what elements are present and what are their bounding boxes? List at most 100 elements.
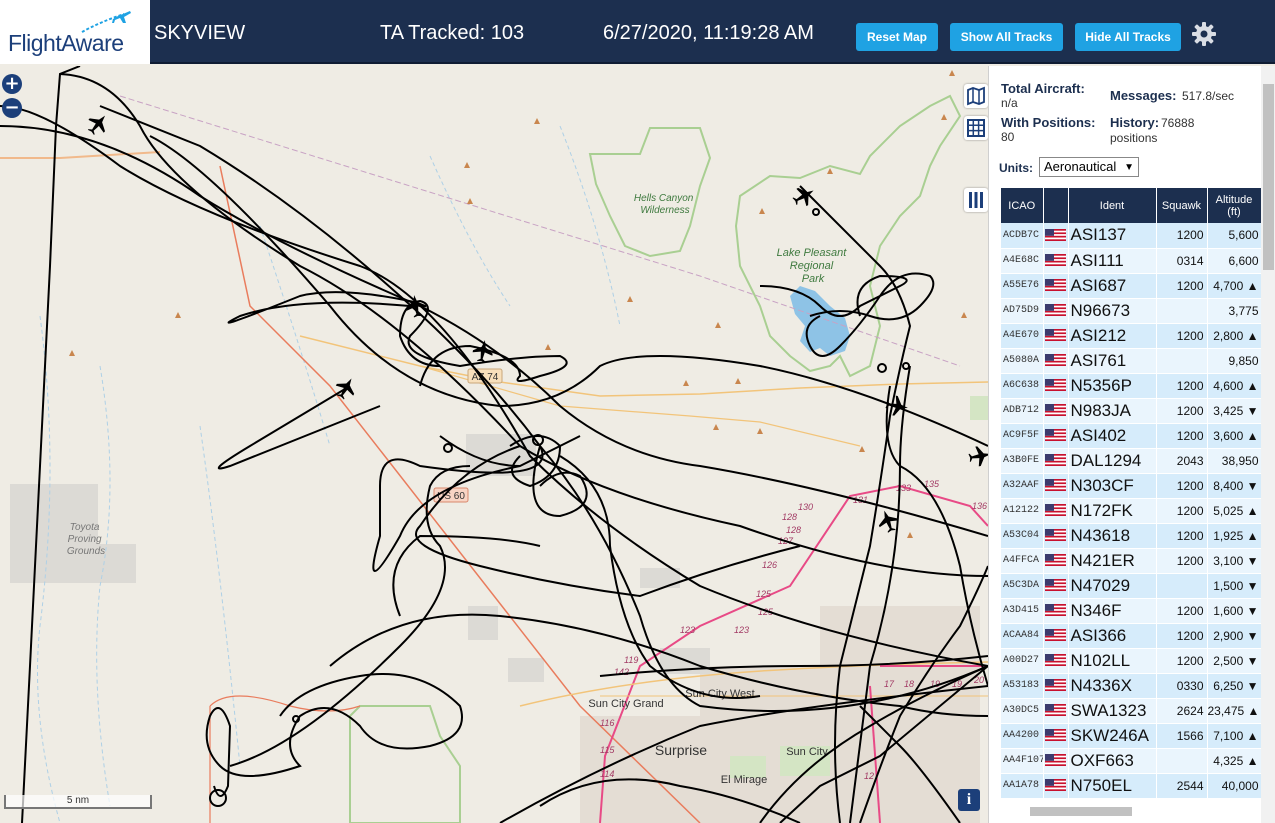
table-row[interactable]: AA1A78 N750EL 2544 40,000 <box>1001 773 1262 799</box>
row-flag <box>1043 748 1069 774</box>
col-flag[interactable] <box>1043 188 1069 223</box>
row-ident: N102LL <box>1068 648 1157 674</box>
table-row[interactable]: A4E68C ASI111 0314 6,600 <box>1001 248 1262 274</box>
row-altitude: 40,000 <box>1207 773 1262 799</box>
scrollbar-thumb[interactable] <box>1263 84 1274 270</box>
table-row[interactable]: A12122 N172FK 1200 5,025 ▲ <box>1001 498 1262 524</box>
reset-map-button[interactable]: Reset Map <box>856 23 938 51</box>
row-ident: ASI687 <box>1068 273 1157 299</box>
info-button[interactable]: i <box>958 789 980 811</box>
us-flag-icon <box>1045 454 1066 467</box>
with-positions-label: With Positions: <box>1001 115 1096 130</box>
show-all-tracks-button[interactable]: Show All Tracks <box>950 23 1063 51</box>
us-flag-icon <box>1045 629 1066 642</box>
toggle-sidebar-button[interactable] <box>964 188 988 212</box>
history-label: History: <box>1110 115 1160 130</box>
row-altitude: 2,900 ▼ <box>1207 623 1262 649</box>
row-squawk: 1200 <box>1156 323 1208 349</box>
table-row[interactable]: ACAA84 ASI366 1200 2,900 ▼ <box>1001 623 1262 649</box>
row-ident: N172FK <box>1068 498 1157 524</box>
units-select[interactable]: Aeronautical ▼ <box>1039 157 1139 177</box>
row-altitude: 5,025 ▲ <box>1207 498 1262 524</box>
table-row[interactable]: A53C04 N43618 1200 1,925 ▲ <box>1001 523 1262 549</box>
row-ident: SWA1323 <box>1068 698 1157 724</box>
us-flag-icon <box>1045 254 1066 267</box>
table-row[interactable]: A55E76 ASI687 1200 4,700 ▲ <box>1001 273 1262 299</box>
gear-icon[interactable] <box>1191 21 1217 47</box>
row-icao: A3D415 <box>1001 598 1044 624</box>
row-squawk: 1200 <box>1156 423 1208 449</box>
row-flag <box>1043 398 1069 424</box>
us-flag-icon <box>1045 704 1066 717</box>
row-flag <box>1043 473 1069 499</box>
row-altitude: 3,425 ▼ <box>1207 398 1262 424</box>
svg-text:123: 123 <box>680 625 695 635</box>
total-aircraft-label: Total Aircraft: <box>1001 81 1085 96</box>
svg-text:El Mirage: El Mirage <box>721 774 767 786</box>
row-altitude: 6,250 ▼ <box>1207 673 1262 699</box>
row-icao: AA4F107 <box>1001 748 1044 774</box>
table-row[interactable]: A32AAF N303CF 1200 8,400 ▼ <box>1001 473 1262 499</box>
map-view[interactable]: Hells Canyon Wilderness Lake Pleasant Re… <box>0 66 988 823</box>
table-row[interactable]: A00D27 N102LL 1200 2,500 ▼ <box>1001 648 1262 674</box>
table-row[interactable]: A3B0FE DAL1294 2043 38,950 <box>1001 448 1262 474</box>
row-icao: A6C638 <box>1001 373 1044 399</box>
hide-all-tracks-button[interactable]: Hide All Tracks <box>1075 23 1181 51</box>
horizontal-scrollbar-thumb[interactable] <box>1030 807 1132 816</box>
table-row[interactable]: A4E670 ASI212 1200 2,800 ▲ <box>1001 323 1262 349</box>
table-row[interactable]: AA4200 SKW246A 1566 7,100 ▲ <box>1001 723 1262 749</box>
table-row[interactable]: A30DC5 SWA1323 2624 23,475 ▲ <box>1001 698 1262 724</box>
table-row[interactable]: A6C638 N5356P 1200 4,600 ▲ <box>1001 373 1262 399</box>
col-squawk[interactable]: Squawk <box>1156 188 1208 223</box>
aircraft-sidebar: Total Aircraft: n/a With Positions: 80 M… <box>988 66 1275 823</box>
us-flag-icon <box>1045 529 1066 542</box>
col-altitude[interactable]: Altitude (ft) <box>1207 188 1262 223</box>
row-flag <box>1043 648 1069 674</box>
svg-text:18: 18 <box>904 679 914 689</box>
row-flag <box>1043 723 1069 749</box>
row-squawk: 0314 <box>1156 248 1208 274</box>
svg-text:142: 142 <box>614 667 629 677</box>
table-row[interactable]: AA4F107 OXF663 4,325 ▲ <box>1001 748 1262 774</box>
row-icao: A53C04 <box>1001 523 1044 549</box>
history-value: 76888 <box>1161 116 1195 130</box>
table-row[interactable]: ACDB7C ASI137 1200 5,600 <box>1001 223 1262 249</box>
row-icao: ADB712 <box>1001 398 1044 424</box>
col-icao[interactable]: ICAO <box>1001 188 1044 223</box>
row-flag <box>1043 573 1069 599</box>
table-row[interactable]: AC9F5F ASI402 1200 3,600 ▲ <box>1001 423 1262 449</box>
row-squawk <box>1156 348 1208 374</box>
zoom-in-button[interactable]: + <box>2 74 22 94</box>
table-row[interactable]: A3D415 N346F 1200 1,600 ▼ <box>1001 598 1262 624</box>
us-flag-icon <box>1045 779 1066 792</box>
col-ident[interactable]: Ident <box>1068 188 1157 223</box>
row-flag <box>1043 273 1069 299</box>
us-flag-icon <box>1045 754 1066 767</box>
svg-text:Sun City: Sun City <box>786 746 828 758</box>
us-flag-icon <box>1045 279 1066 292</box>
table-row[interactable]: ADB712 N983JA 1200 3,425 ▼ <box>1001 398 1262 424</box>
us-flag-icon <box>1045 554 1066 567</box>
table-row[interactable]: A5080A ASI761 9,850 <box>1001 348 1262 374</box>
aircraft-icon <box>968 446 988 467</box>
messages-value: 517.8/sec <box>1182 89 1235 103</box>
row-flag <box>1043 348 1069 374</box>
row-icao: A4E670 <box>1001 323 1044 349</box>
row-altitude: 4,600 ▲ <box>1207 373 1262 399</box>
map-canvas[interactable]: Hells Canyon Wilderness Lake Pleasant Re… <box>0 66 988 823</box>
row-ident: N47029 <box>1068 573 1157 599</box>
row-icao: A4FFCA <box>1001 548 1044 574</box>
zoom-out-button[interactable]: − <box>2 98 22 118</box>
row-flag <box>1043 623 1069 649</box>
flightaware-logo[interactable]: FlightAware <box>0 0 150 64</box>
row-altitude: 1,500 ▼ <box>1207 573 1262 599</box>
row-ident: N96673 <box>1068 298 1157 324</box>
range-rings-button[interactable] <box>964 116 988 140</box>
map-layers-button[interactable] <box>964 84 988 108</box>
table-row[interactable]: A4FFCA N421ER 1200 3,100 ▼ <box>1001 548 1262 574</box>
table-row[interactable]: A5C3DA N47029 1,500 ▼ <box>1001 573 1262 599</box>
row-icao: A5080A <box>1001 348 1044 374</box>
table-row[interactable]: AD75D9 N96673 3,775 <box>1001 298 1262 324</box>
row-flag <box>1043 448 1069 474</box>
table-row[interactable]: A53183 N4336X 0330 6,250 ▼ <box>1001 673 1262 699</box>
